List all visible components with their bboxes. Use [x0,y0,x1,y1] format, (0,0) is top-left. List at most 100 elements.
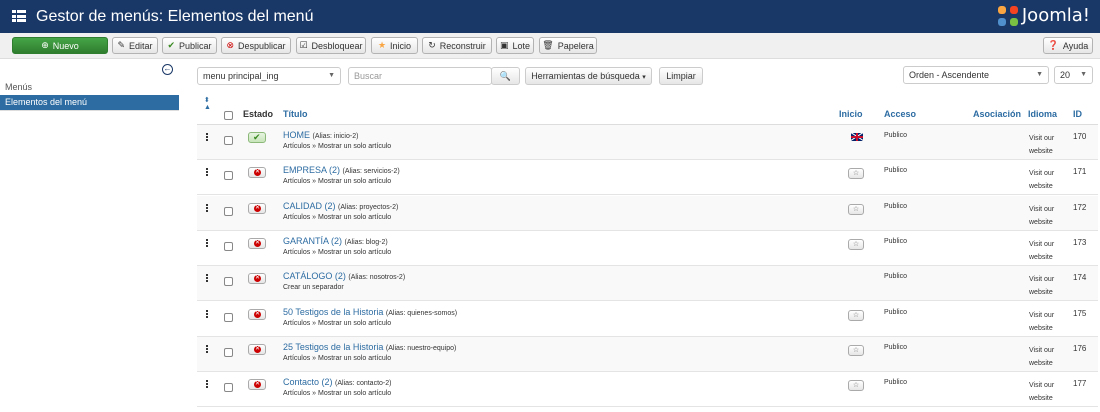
item-language: Visit our website [1029,379,1069,405]
star-icon: ☆ [852,346,860,354]
item-type: Artículos » Mostrar un solo artículo [283,213,392,221]
language-line-1: Visit our [1029,346,1055,354]
status-toggle[interactable]: ✕ [248,273,266,285]
search-tools-button[interactable]: Herramientas de búsqueda ▾ [525,67,652,85]
set-home-button[interactable]: ☆ [848,380,864,392]
drag-handle-icon[interactable] [206,380,210,389]
item-access: Publico [884,379,907,387]
drag-handle-icon[interactable] [206,344,210,354]
item-title-link[interactable]: CALIDAD (2) [283,201,336,211]
table-row: ✕ GARANTÍA (2) (Alias: blog-2) Artículos… [197,231,1098,266]
row-checkbox[interactable] [224,277,233,287]
unpublish-button[interactable]: ⊗ Despublicar [221,37,291,54]
row-checkbox[interactable] [224,171,233,181]
search-button[interactable]: 🔍 [491,67,520,85]
publish-button[interactable]: ✔ Publicar [162,37,217,54]
item-title-link[interactable]: EMPRESA (2) [283,165,340,175]
table-header: ⬍ ▲ Estado Título Inicio Acceso Asociació… [197,94,1098,125]
status-toggle[interactable]: ✕ [248,167,266,179]
item-access: Publico [884,202,907,210]
status-toggle[interactable]: ✕ [248,343,266,355]
item-title-link[interactable]: 25 Testigos de la Historia [283,342,383,352]
language-line-2: website [1029,183,1053,191]
row-checkbox[interactable] [224,206,233,216]
drag-handle-icon[interactable] [206,168,210,177]
item-title-link[interactable]: 50 Testigos de la Historia [283,307,383,317]
uk-flag-icon[interactable] [851,133,863,141]
item-access: Publico [884,308,907,316]
row-checkbox[interactable] [224,241,233,251]
column-home[interactable]: Inicio [839,109,863,119]
item-id: 174 [1073,273,1087,283]
home-button[interactable]: ★ Inicio [371,37,418,54]
joomla-logo-text: Joomla! [1021,5,1090,26]
language-line-1: Visit our [1029,240,1055,248]
unpublished-icon: ✕ [254,310,261,318]
column-title[interactable]: Título [283,109,308,119]
item-title-link[interactable]: Contacto (2) [283,377,333,387]
collapse-sidebar-icon[interactable]: ← [162,64,173,75]
sort-order-icon[interactable]: ⬍ ▲ [204,97,211,111]
joomla-logo-icon [997,5,1018,26]
set-home-button[interactable]: ☆ [848,168,864,180]
refresh-icon: ↻ [428,40,436,50]
item-language: Visit our website [1029,238,1069,264]
set-home-button[interactable]: ☆ [848,344,864,356]
column-association[interactable]: Asociación [973,109,1021,119]
menu-select[interactable]: menu principal_ing ▼ [197,67,341,85]
status-toggle[interactable]: ✕ [248,379,266,391]
item-title-link[interactable]: CATÁLOGO (2) [283,271,346,281]
new-button[interactable]: ⊕ Nuevo [12,37,108,54]
language-line-2: website [1029,395,1053,403]
help-button[interactable]: ❓ Ayuda [1043,37,1093,54]
language-line-2: website [1029,359,1053,367]
drag-handle-icon[interactable] [206,309,210,319]
row-checkbox[interactable] [224,347,233,357]
column-id[interactable]: ID [1073,109,1082,119]
select-all-checkbox[interactable] [224,111,233,120]
search-input[interactable]: Buscar [348,67,492,85]
clear-button[interactable]: Limpiar [659,67,703,85]
status-toggle[interactable]: ✔ [248,132,266,143]
ordering-value: Orden - Ascendente [909,70,990,80]
caret-down-icon: ▾ [642,74,646,81]
drag-handle-icon[interactable] [206,274,210,283]
column-status[interactable]: Estado [243,109,273,119]
set-home-button[interactable]: ☆ [848,238,864,250]
row-checkbox[interactable] [224,383,233,393]
chevron-down-icon: ▼ [1080,71,1087,78]
row-title-block: CATÁLOGO (2) (Alias: nosotros-2) Crear u… [283,271,405,291]
item-title-link[interactable]: GARANTÍA (2) [283,236,342,246]
row-checkbox[interactable] [224,312,233,322]
trash-label: Papelera [557,40,594,51]
set-home-button[interactable]: ☆ [848,309,864,321]
sidebar-item-menu-items[interactable]: Elementos del menú [0,95,179,110]
list-icon[interactable] [12,10,26,23]
status-toggle[interactable]: ✕ [248,237,266,249]
item-id: 176 [1073,343,1087,353]
row-checkbox[interactable] [224,136,233,145]
item-title-link[interactable]: HOME [283,130,310,140]
set-home-button[interactable]: ☆ [848,203,864,215]
column-access[interactable]: Acceso [884,109,916,119]
checkin-button[interactable]: ☑ Desbloquear [296,37,366,54]
item-alias: (Alias: proyectos-2) [338,203,399,211]
rebuild-button[interactable]: ↻ Reconstruir [422,37,492,54]
status-toggle[interactable]: ✕ [248,202,266,214]
sidebar-item-menus[interactable]: Menús [5,82,32,92]
ordering-select[interactable]: Orden - Ascendente ▼ [903,66,1049,84]
drag-handle-icon[interactable] [206,133,210,142]
search-tools-label: Herramientas de búsqueda [531,71,640,81]
row-title-block: HOME (Alias: inicio-2) Artículos » Mostr… [283,130,391,150]
item-alias: (Alias: inicio-2) [312,133,359,140]
limit-select[interactable]: 20 ▼ [1054,66,1093,84]
column-language[interactable]: Idioma [1028,109,1057,119]
batch-button[interactable]: ▣ Lote [496,37,534,54]
edit-button[interactable]: ✎ Editar [112,37,158,54]
trash-button[interactable]: 🗑 Papelera [539,37,597,54]
table-row: ✕ EMPRESA (2) (Alias: servicios-2) Artíc… [197,160,1098,196]
joomla-logo[interactable]: Joomla! [997,5,1090,26]
status-toggle[interactable]: ✕ [248,308,266,320]
drag-handle-icon[interactable] [206,203,210,213]
drag-handle-icon[interactable] [206,238,210,248]
